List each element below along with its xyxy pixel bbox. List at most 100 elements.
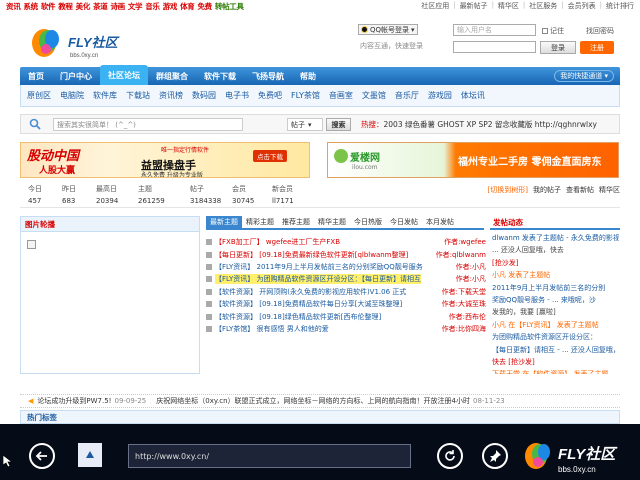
thread-title[interactable]: 【软件资源】 开网顶购(永久免费的影视应用软件)V1.06 正式 <box>215 287 406 297</box>
sub-nav-item[interactable]: 原创区 <box>27 90 51 101</box>
top-link[interactable]: 精华区 <box>498 1 519 11</box>
ad-banner-stock-software[interactable]: 股动中国 人股大赢 益盟操盘手 唯一指定行情软件 点击下载 永久免费 升级为专业… <box>20 142 310 178</box>
broken-image-icon[interactable] <box>27 240 36 249</box>
forgot-password-link[interactable]: 找回密码 <box>586 26 614 36</box>
activity-line[interactable]: 小凡 发表了主题帖 <box>492 269 619 281</box>
sub-nav-item[interactable]: 下载站 <box>126 90 150 101</box>
sub-nav-item[interactable]: 体坛讯 <box>461 90 485 101</box>
thread-author[interactable]: 作者:小凡 <box>453 273 486 286</box>
announcement-text[interactable]: 论坛成功升级到PW7.5! <box>37 396 111 406</box>
thread-author[interactable]: 作者:大诚至珠 <box>439 297 486 311</box>
main-nav-item[interactable]: 群组聚合 <box>148 67 196 85</box>
channel-link[interactable]: 美化 <box>76 1 91 12</box>
activity-line[interactable]: [抢沙发] <box>492 257 619 269</box>
main-nav-item[interactable]: 门户中心 <box>52 67 100 85</box>
thread-tab[interactable]: 今日发帖 <box>386 216 422 228</box>
channel-link[interactable]: 系统 <box>23 1 38 12</box>
sub-nav-item[interactable]: 软件库 <box>93 90 117 101</box>
stats-link[interactable]: 查看新帖 <box>566 185 594 195</box>
thread-author[interactable]: 作者:小凡 <box>453 260 486 274</box>
main-nav-item[interactable]: 飞扬导航 <box>244 67 292 85</box>
back-button[interactable] <box>29 443 55 469</box>
top-link[interactable]: 社区应用 <box>421 1 449 11</box>
thread-author[interactable]: 作者:比你四海 <box>439 322 486 336</box>
sub-nav-item[interactable]: FLY茶馆 <box>291 90 320 101</box>
top-link[interactable]: 最新帖子 <box>460 1 488 11</box>
top-link[interactable]: 社区服务 <box>529 1 557 11</box>
qq-login-button[interactable]: QQ帐号登录 ▾ <box>358 24 418 35</box>
thread-tab[interactable]: 本月发帖 <box>422 216 458 228</box>
thread-tab[interactable]: 今日热版 <box>350 216 386 228</box>
top-link[interactable]: 统计排行 <box>606 1 634 11</box>
announcement-text[interactable]: 庆祝网络坐标（0xy.cn）联盟正式成立，网络坐标－网络的方向标、上网的航向指南… <box>156 396 470 406</box>
banner-download-button[interactable]: 点击下载 <box>253 150 287 162</box>
channel-link[interactable]: 音乐 <box>145 1 160 12</box>
site-logo[interactable]: FLY社区 bbs.0xy.cn <box>30 19 140 63</box>
username-input[interactable]: 输入用户名 <box>453 24 536 36</box>
stats-link[interactable]: [切换到树形] <box>488 185 528 195</box>
activity-line[interactable]: 发我的，我要 [赢啦] <box>492 306 619 318</box>
main-nav-item[interactable]: 帮助 <box>292 67 324 85</box>
search-button[interactable]: 搜索 <box>326 118 351 131</box>
thread-tab[interactable]: 精华主题 <box>314 216 350 228</box>
channel-link[interactable]: 诗画 <box>110 1 125 12</box>
channel-link[interactable]: 游戏 <box>163 1 178 12</box>
stats-link[interactable]: 我的帖子 <box>533 185 561 195</box>
password-input[interactable] <box>453 41 536 53</box>
activity-line[interactable]: 快去 [抢沙发] <box>492 356 619 368</box>
login-button[interactable]: 登录 <box>540 41 576 54</box>
qq-login-hint[interactable]: 内容互通，快速登录 <box>360 41 423 51</box>
sub-nav-item[interactable]: 文墨馆 <box>362 90 386 101</box>
stats-link[interactable]: 精华区 <box>599 185 620 195</box>
channel-link[interactable]: 茶道 <box>93 1 108 12</box>
sub-nav-item[interactable]: 资讯榜 <box>159 90 183 101</box>
activity-line[interactable]: 奖励QQ靓号服务 - ... 来哦呢，沙 <box>492 294 619 306</box>
activity-line[interactable]: 下载天堂 在【软件资源】 发表了主题 <box>492 368 619 374</box>
channel-link[interactable]: 资讯 <box>6 1 21 12</box>
main-nav-item[interactable]: 首页 <box>20 67 52 85</box>
thread-title[interactable]: 【FLY茶馆】 很有感悟 男人和他的爱 <box>215 324 329 334</box>
sub-nav-item[interactable]: 数码园 <box>192 90 216 101</box>
thread-title[interactable]: 【FLY资讯】 为团购精品软件资源区开设分区：【每日更新】请相互 <box>215 274 421 285</box>
thread-title[interactable]: 【FLY资讯】 2011年9月上半月发帖前三名的分别奖励QQ靓号服务 <box>215 262 423 272</box>
hot-search-terms[interactable]: 2003 绿色番薯 GHOST XP SP2 留念收藏版 http://qghn… <box>384 120 598 129</box>
activity-line[interactable]: 2011年9月上半月发帖前三名的分别 <box>492 282 619 294</box>
activity-line[interactable]: 小凡 在【FLY资讯】 发表了主题帖 <box>492 319 619 331</box>
thread-title[interactable]: 【FXB加工厂】 wgefee进工厂生产FXB <box>215 237 340 247</box>
refresh-button[interactable] <box>437 443 463 469</box>
thread-author[interactable]: 作者:西布伦 <box>446 310 486 323</box>
thread-title[interactable]: 【每日更新】 [09.18]免费最新绿色软件更新[qlblwanm整理] <box>215 250 408 260</box>
thread-tab[interactable]: 最新主题 <box>206 216 242 228</box>
top-link[interactable]: 会员列表 <box>568 1 596 11</box>
thread-tab[interactable]: 推荐主题 <box>278 216 314 228</box>
sub-nav-item[interactable]: 音画室 <box>329 90 353 101</box>
thread-author[interactable]: 作者:wgefee <box>442 236 486 249</box>
thread-tab[interactable]: 精彩主题 <box>242 216 278 228</box>
activity-line[interactable]: dlwanm 发表了主题帖 - 永久免费的影视... <box>492 232 619 244</box>
search-scope-select[interactable]: 帖子 ▾ <box>287 118 323 131</box>
activity-line[interactable]: 【每日更新】请相互 - ... 还没人回复哦， <box>492 344 619 356</box>
sub-nav-item[interactable]: 游戏园 <box>428 90 452 101</box>
activity-line[interactable]: ... 还没人回复哦，快去 <box>492 244 619 256</box>
channel-link[interactable]: 免费 <box>197 1 212 12</box>
pin-button[interactable] <box>482 443 508 469</box>
remember-checkbox[interactable]: 记住 <box>542 26 564 36</box>
register-button[interactable]: 注册 <box>580 41 614 54</box>
main-nav-item[interactable]: 软件下载 <box>196 67 244 85</box>
channel-link[interactable]: 文学 <box>128 1 143 12</box>
ad-banner-real-estate[interactable]: 爱楼网 ilou.com 福州专业二手房 零佣金直面房东 <box>327 142 619 178</box>
channel-link[interactable]: 教程 <box>58 1 73 12</box>
channel-link[interactable]: 体育 <box>180 1 195 12</box>
tab-thumbnail[interactable] <box>78 443 102 467</box>
sub-nav-item[interactable]: 电脑院 <box>60 90 84 101</box>
thread-author[interactable]: 作者:qlblwanm <box>433 248 486 261</box>
quick-access-dropdown[interactable]: 我的快捷通道 ▾ <box>554 70 614 82</box>
sub-nav-item[interactable]: 免费吧 <box>258 90 282 101</box>
search-input[interactable]: 搜索其实很简单！ (^_^) <box>53 118 243 131</box>
thread-title[interactable]: 【软件资源】 [09.18]免费精品软件每日分享[大诚至珠整理] <box>215 299 402 309</box>
sub-nav-item[interactable]: 电子书 <box>225 90 249 101</box>
main-nav-item[interactable]: 社区论坛 <box>100 65 148 85</box>
channel-link[interactable]: 软件 <box>41 1 56 12</box>
thread-author[interactable]: 作者:下载天堂 <box>439 285 486 298</box>
channel-link[interactable]: 转帖工具 <box>215 1 244 12</box>
